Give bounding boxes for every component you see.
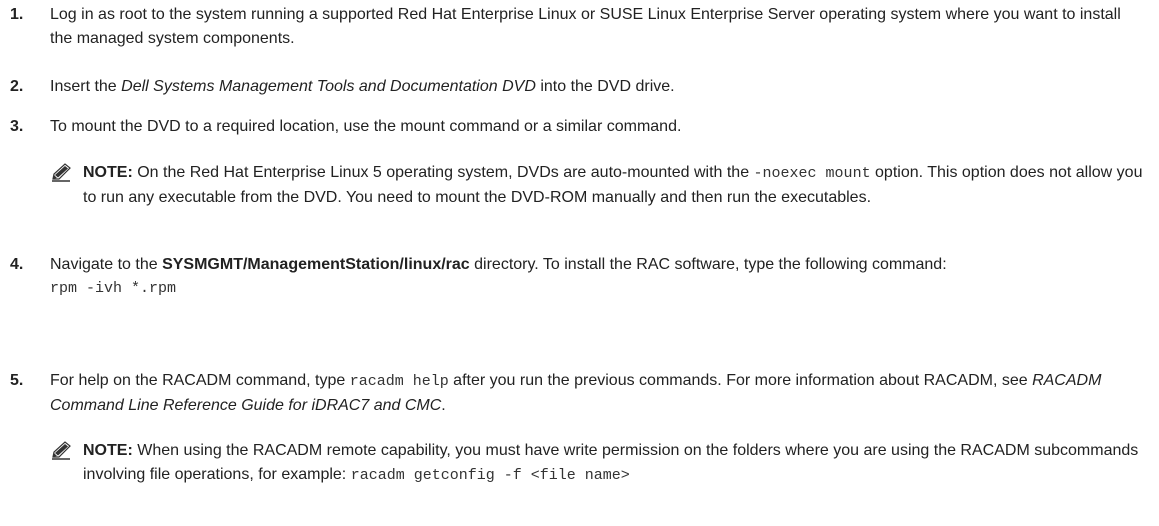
text-segment: On the Red Hat Enterprise Linux 5 operat… <box>132 164 754 181</box>
step-text: Navigate to the SYSMGMT/ManagementStatio… <box>50 253 1145 301</box>
note-text: NOTE: When using the RACADM remote capab… <box>83 439 1149 488</box>
step-2: 2. Insert the Dell Systems Management To… <box>0 75 1159 99</box>
note-label: NOTE: <box>83 164 133 181</box>
text-segment: after you run the previous commands. For… <box>448 372 1033 389</box>
note-label: NOTE: <box>83 442 133 459</box>
step-number: 5. <box>10 372 24 389</box>
text-segment: into the DVD drive. <box>535 78 675 95</box>
text-segment: For help on the RACADM command, type <box>50 372 350 389</box>
step-text: Log in as root to the system running a s… <box>50 6 1121 47</box>
document-page: 1. Log in as root to the system running … <box>0 0 1159 526</box>
note-1: NOTE: On the Red Hat Enterprise Linux 5 … <box>0 161 1159 210</box>
step-number: 3. <box>10 118 24 135</box>
inline-code: -noexec mount <box>753 165 871 182</box>
text-segment: directory. To install the RAC software, … <box>469 256 947 273</box>
step-5: 5. For help on the RACADM command, type … <box>0 369 1159 418</box>
step-text: To mount the DVD to a required location,… <box>50 118 682 135</box>
note-2: NOTE: When using the RACADM remote capab… <box>0 439 1159 488</box>
dvd-title: Dell Systems Management Tools and Docume… <box>121 78 536 95</box>
step-3: 3. To mount the DVD to a required locati… <box>0 115 1159 139</box>
inline-code: racadm help <box>349 373 449 390</box>
pencil-note-icon <box>52 441 71 460</box>
text-segment: Insert the <box>50 78 122 95</box>
step-text: For help on the RACADM command, type rac… <box>50 369 1145 418</box>
step-1: 1. Log in as root to the system running … <box>0 3 1159 51</box>
inline-code: racadm getconfig -f <file name> <box>350 467 630 484</box>
step-4: 4. Navigate to the SYSMGMT/ManagementSta… <box>0 253 1159 301</box>
step-number: 4. <box>10 256 24 273</box>
step-text: Insert the Dell Systems Management Tools… <box>50 75 1145 99</box>
text-segment: Navigate to the <box>50 256 163 273</box>
step-number: 2. <box>10 78 24 95</box>
step-number: 1. <box>10 6 24 23</box>
directory-path: SYSMGMT/ManagementStation/linux/rac <box>162 256 470 273</box>
pencil-note-icon <box>52 163 71 182</box>
note-text: NOTE: On the Red Hat Enterprise Linux 5 … <box>83 161 1149 210</box>
text-segment: . <box>441 397 446 414</box>
command-line: rpm -ivh *.rpm <box>50 280 177 297</box>
